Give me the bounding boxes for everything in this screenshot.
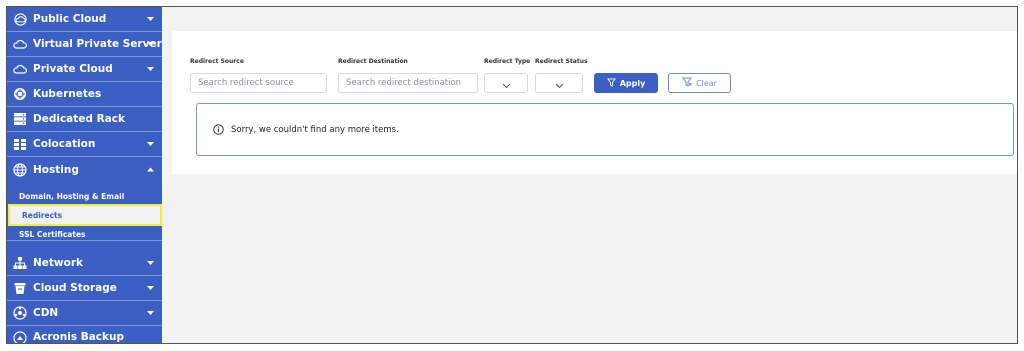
chevron-down-icon bbox=[555, 74, 564, 93]
chevron-down-icon bbox=[146, 15, 154, 23]
chevron-down-icon bbox=[146, 259, 154, 267]
empty-results-message: Sorry, we couldn't find any more items. bbox=[231, 124, 399, 135]
cloud-outline-icon bbox=[13, 12, 27, 26]
sidebar-item-kubernetes[interactable]: Kubernetes bbox=[7, 82, 162, 107]
server-rack-icon bbox=[13, 112, 27, 126]
sidebar-item-label: Private Cloud bbox=[33, 63, 113, 75]
kubernetes-icon bbox=[13, 87, 27, 101]
sidebar-item-acronis-backup[interactable]: Acronis Backup bbox=[7, 326, 162, 343]
app-frame: Public Cloud Virtual Private Server Priv… bbox=[6, 6, 1018, 344]
redirect-destination-label: Redirect Destination bbox=[338, 58, 408, 65]
redirect-source-input[interactable]: Search redirect source bbox=[190, 73, 327, 93]
sidebar-item-private-cloud[interactable]: Private Cloud bbox=[7, 57, 162, 82]
sidebar-item-hosting[interactable]: Hosting bbox=[7, 157, 162, 182]
sidebar-subitem-label: SSL Certificates bbox=[19, 230, 86, 239]
redirects-panel: Redirect Source Search redirect source R… bbox=[172, 31, 1017, 174]
sidebar-item-label: Cloud Storage bbox=[33, 282, 117, 294]
redirect-status-select[interactable] bbox=[535, 73, 583, 93]
sidebar-subitem-label: Redirects bbox=[22, 210, 63, 220]
redirect-destination-input[interactable]: Search redirect destination bbox=[338, 73, 478, 93]
sidebar-item-dedicated-rack[interactable]: Dedicated Rack bbox=[7, 107, 162, 132]
backup-icon bbox=[13, 331, 27, 343]
chevron-down-icon bbox=[146, 284, 154, 292]
sidebar-item-label: Network bbox=[33, 257, 84, 269]
filter-clear-icon bbox=[682, 77, 693, 89]
storage-icon bbox=[13, 281, 27, 295]
clear-button-label: Clear bbox=[696, 78, 717, 88]
redirect-status-label: Redirect Status bbox=[535, 58, 588, 65]
sidebar-item-network[interactable]: Network bbox=[7, 251, 162, 276]
cloud-icon bbox=[13, 37, 27, 51]
sidebar-item-label: Public Cloud bbox=[33, 13, 107, 25]
chevron-down-icon bbox=[502, 74, 511, 93]
sidebar-subitem-ssl-certificates[interactable]: SSL Certificates bbox=[7, 227, 162, 241]
sidebar-item-public-cloud[interactable]: Public Cloud bbox=[7, 7, 162, 32]
sidebar-subitem-redirects[interactable]: Redirects bbox=[8, 204, 162, 226]
chevron-down-icon bbox=[146, 65, 154, 73]
chevron-down-icon bbox=[146, 140, 154, 148]
chevron-up-icon bbox=[146, 166, 154, 174]
cdn-icon bbox=[13, 306, 27, 320]
redirect-type-label: Redirect Type bbox=[484, 58, 531, 65]
sidebar-item-virtual-private-server[interactable]: Virtual Private Server bbox=[7, 32, 162, 57]
sidebar-item-cloud-storage[interactable]: Cloud Storage bbox=[7, 276, 162, 301]
redirect-destination-placeholder: Search redirect destination bbox=[346, 78, 462, 88]
sidebar-subitem-label: Domain, Hosting & Email bbox=[19, 191, 125, 201]
redirect-source-placeholder: Search redirect source bbox=[198, 78, 294, 88]
apply-button[interactable]: Apply bbox=[594, 73, 658, 93]
colocation-icon bbox=[13, 137, 27, 151]
sidebar-subitem-domain-hosting-email[interactable]: Domain, Hosting & Email bbox=[7, 189, 162, 203]
chevron-down-icon bbox=[146, 40, 154, 48]
sidebar-item-label: Colocation bbox=[33, 138, 96, 150]
apply-button-label: Apply bbox=[619, 78, 646, 88]
sidebar-item-label: Dedicated Rack bbox=[33, 113, 125, 125]
redirect-source-label: Redirect Source bbox=[190, 58, 244, 65]
sidebar-item-colocation[interactable]: Colocation bbox=[7, 132, 162, 157]
network-icon bbox=[13, 256, 27, 270]
sidebar-item-label: Virtual Private Server bbox=[33, 38, 162, 50]
sidebar-item-label: CDN bbox=[33, 307, 59, 319]
sidebar-item-cdn[interactable]: CDN bbox=[7, 301, 162, 326]
empty-results-notice: Sorry, we couldn't find any more items. bbox=[196, 103, 1014, 156]
redirect-type-select[interactable] bbox=[484, 73, 528, 93]
filter-icon bbox=[606, 77, 616, 89]
sidebar-item-label: Hosting bbox=[33, 163, 79, 176]
sidebar-item-label: Acronis Backup bbox=[33, 331, 125, 343]
sidebar-item-label: Kubernetes bbox=[33, 88, 102, 100]
clear-button[interactable]: Clear bbox=[668, 73, 731, 93]
info-icon bbox=[213, 124, 224, 135]
cloud-icon bbox=[13, 62, 27, 76]
globe-icon bbox=[13, 162, 27, 177]
chevron-down-icon bbox=[146, 309, 154, 317]
sidebar: Public Cloud Virtual Private Server Priv… bbox=[7, 7, 162, 343]
